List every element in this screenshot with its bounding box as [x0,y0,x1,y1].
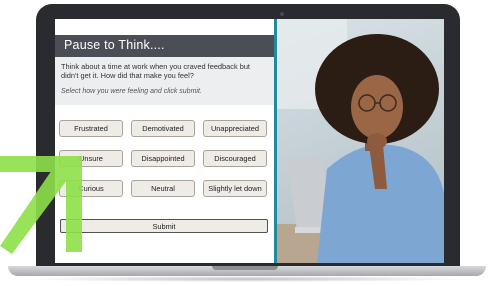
photo-illustration [277,19,444,263]
option-slightly-let-down[interactable]: Slightly let down [203,180,267,197]
option-unappreciated[interactable]: Unappreciated [203,120,267,137]
instruction-text: Select how you were feeling and click su… [61,88,202,95]
thinking-woman-photo [277,19,444,263]
webcam [280,12,284,16]
option-demotivated[interactable]: Demotivated [131,120,195,137]
option-frustrated[interactable]: Frustrated [59,120,123,137]
laptop-shadow [20,276,472,282]
question-text: Think about a time at work when you crav… [61,62,250,80]
laptop-base-notch [212,266,278,270]
title-bar: Pause to Think.... [55,35,274,57]
question-area: Think about a time at work when you crav… [55,57,274,105]
green-arrow-overlay [0,156,82,254]
option-neutral[interactable]: Neutral [131,180,195,197]
option-disappointed[interactable]: Disappointed [131,150,195,167]
page-title: Pause to Think.... [64,38,165,52]
option-discouraged[interactable]: Discouraged [203,150,267,167]
